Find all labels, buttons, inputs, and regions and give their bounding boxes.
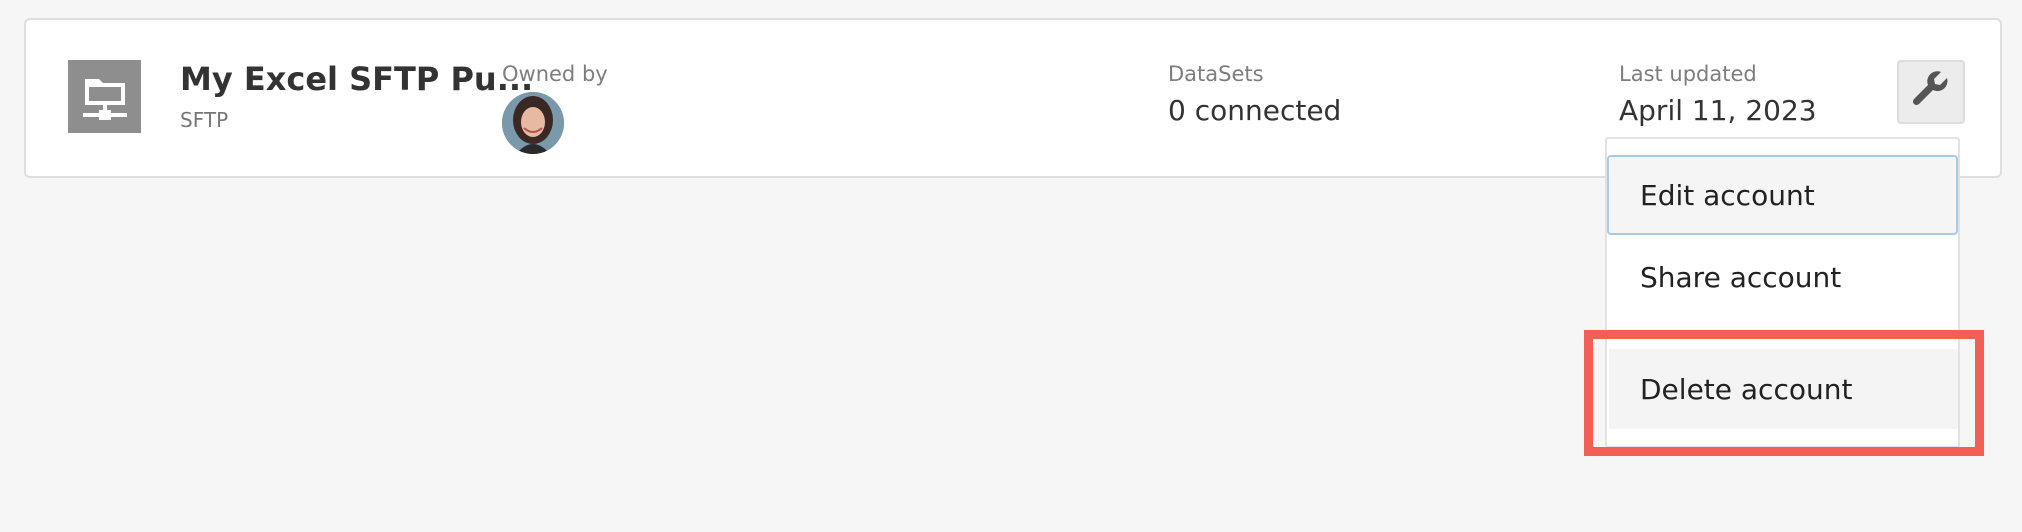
last-updated-date: April 11, 2023 [1619, 94, 1817, 127]
account-name[interactable]: My Excel SFTP Pu... [180, 60, 533, 98]
account-type: SFTP [180, 108, 229, 132]
wrench-icon [1911, 70, 1951, 114]
datasets-count: 0 connected [1168, 94, 1342, 127]
share-account-menu-item[interactable]: Share account [1609, 237, 1958, 317]
datasets-label: DataSets [1168, 62, 1264, 86]
user-avatar[interactable] [502, 92, 564, 154]
sftp-folder-network-icon [68, 60, 141, 133]
last-updated-label: Last updated [1619, 62, 1757, 86]
owned-by-label: Owned by [502, 62, 608, 86]
delete-account-menu-item[interactable]: Delete account [1609, 349, 1958, 429]
edit-account-menu-item[interactable]: Edit account [1607, 155, 1958, 235]
account-actions-menu: Edit account Share account Delete accoun… [1605, 137, 1960, 448]
account-actions-button[interactable] [1897, 60, 1965, 124]
